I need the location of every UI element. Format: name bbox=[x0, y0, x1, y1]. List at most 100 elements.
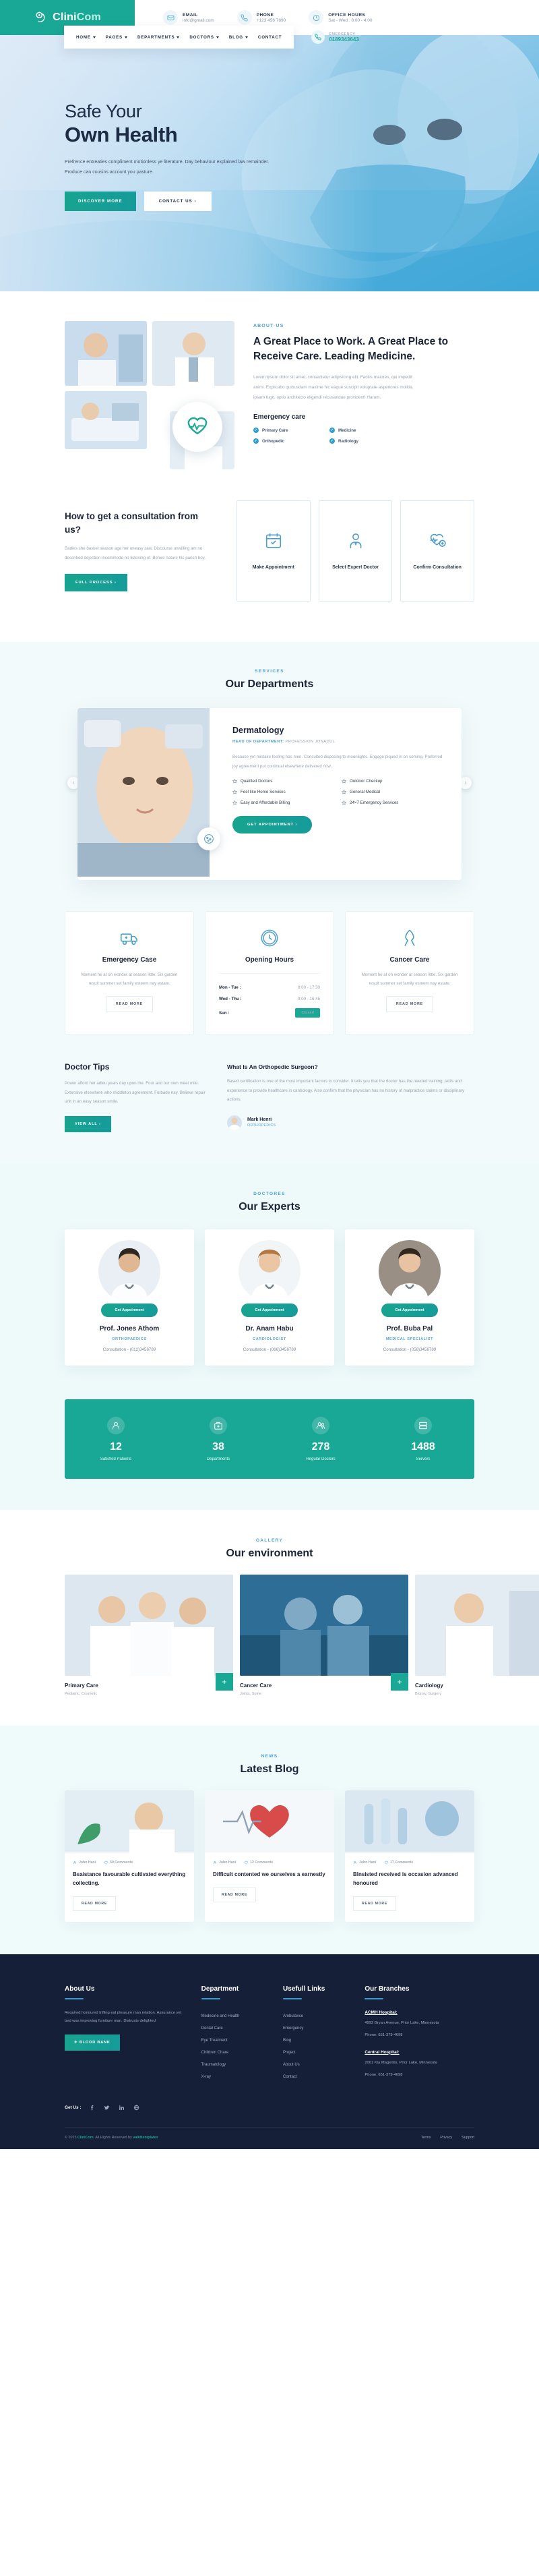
gallery-item-title: Cancer Care bbox=[240, 1682, 272, 1689]
facebook-icon[interactable] bbox=[88, 2103, 96, 2112]
nav-item-blog[interactable]: BLOG bbox=[229, 35, 248, 40]
discover-more-button[interactable]: DISCOVER MORE bbox=[65, 191, 136, 211]
branch-name: Central Hospital: bbox=[364, 2049, 400, 2055]
departments-section: SERVICES Our Departments ‹ › Dermatology… bbox=[0, 642, 539, 911]
nav-item-pages[interactable]: PAGES bbox=[106, 35, 127, 40]
footer-link[interactable]: Project bbox=[283, 2047, 350, 2059]
gallery-carousel[interactable]: Primary Care Pediatric, Cosmetic + Cance… bbox=[0, 1574, 539, 1696]
blog-title: Latest Blog bbox=[240, 1763, 299, 1775]
departments-header: SERVICES Our Departments bbox=[0, 669, 539, 691]
hours-row: Mon - Tue :8:00 - 17:30 bbox=[219, 985, 320, 990]
globe-icon[interactable] bbox=[132, 2103, 141, 2112]
blog-section: NEWS Latest Blog John Hani 50 Comments B… bbox=[0, 1725, 539, 1954]
doctor-tips-section: Doctor Tips Power afford her adieu years… bbox=[0, 1062, 539, 1163]
tip-author: Mark Henri ORTHOPEDICS bbox=[227, 1115, 474, 1130]
blog-meta: John Hani 50 Comments bbox=[73, 1861, 186, 1865]
read-more-button[interactable]: READ MORE bbox=[385, 996, 434, 1013]
footer-link[interactable]: Eye Treatment bbox=[201, 2035, 268, 2047]
doctors-grid: Get Appoinment Prof. Jones Athom ORTHOPA… bbox=[0, 1229, 539, 1366]
footer-legal-link[interactable]: Terms bbox=[421, 2136, 431, 2140]
nav-item-departments[interactable]: DEPARTMENTS bbox=[137, 35, 180, 40]
step-confirm-consultation[interactable]: Confirm Consultation bbox=[400, 500, 475, 602]
divider bbox=[364, 1997, 384, 1999]
footer-link[interactable]: Medecine and Health bbox=[201, 2010, 268, 2022]
blog-card[interactable]: John Hani 12 Comments Difficult contente… bbox=[205, 1790, 334, 1922]
get-appointment-button[interactable]: GET APPOINTMENT › bbox=[232, 816, 313, 834]
footer-link[interactable]: Ambulance bbox=[283, 2010, 350, 2022]
contact-us-button[interactable]: CONTACT US › bbox=[144, 191, 212, 211]
stat-label: Departments bbox=[206, 1457, 230, 1461]
blog-body: John Hani 12 Comments Difficult contente… bbox=[205, 1852, 334, 1913]
blog-comments: 50 Comments bbox=[104, 1861, 133, 1865]
nav-item-contact[interactable]: CONTACT bbox=[258, 35, 282, 40]
department-features: Qualified Doctors Outdoor Checkup Feel l… bbox=[232, 779, 444, 805]
step-make-appointment[interactable]: Make Appointment bbox=[236, 500, 311, 602]
doctor-photo bbox=[98, 1239, 160, 1302]
gallery-expand-button[interactable]: + bbox=[391, 1672, 408, 1691]
footer-link[interactable]: Emergency bbox=[283, 2022, 350, 2035]
about-paragraph: Lorem ipsum dolor sit amet, consectetur … bbox=[253, 375, 414, 401]
department-paragraph: Because yet mistake feeling has men. Con… bbox=[232, 755, 443, 769]
linkedin-icon[interactable] bbox=[117, 2103, 126, 2112]
gallery-item[interactable]: Cardiology Biopsy, Surgery bbox=[415, 1574, 539, 1696]
doctor-name: Prof. Jones Athom bbox=[99, 1324, 160, 1333]
gallery-item[interactable]: Cancer Care Joints, Spine + bbox=[240, 1574, 408, 1696]
tick-item: ✓ Radiology bbox=[329, 438, 358, 444]
blog-card[interactable]: John Hani 50 Comments Bsaistance favoura… bbox=[65, 1790, 194, 1922]
stat-satisfied-patients: 12 Satisfied Patients bbox=[65, 1416, 167, 1461]
main-navigation-wrapper: HOME PAGES DEPARTMENTS DOCTORS BLOG CONT… bbox=[64, 26, 359, 49]
contact-value: Sat - Wed : 8:00 - 4:00 bbox=[328, 18, 373, 23]
stat-number: 1488 bbox=[411, 1440, 435, 1453]
full-process-button[interactable]: FULL PROCESS › bbox=[65, 574, 127, 592]
feature-item: 24×7 Emergency Services bbox=[342, 800, 444, 805]
tip-author-name: Mark Henri bbox=[247, 1117, 272, 1123]
read-more-button[interactable]: READ MORE bbox=[73, 1896, 117, 1911]
emergency-contact[interactable]: EMERGENCY 0189343643 bbox=[311, 30, 359, 44]
twitter-icon[interactable] bbox=[102, 2103, 111, 2112]
footer-legal-link[interactable]: Support bbox=[462, 2136, 474, 2140]
blog-card[interactable]: John Hani 17 Comments Blnsisted received… bbox=[345, 1790, 474, 1922]
footer-link[interactable]: Traumatology bbox=[201, 2059, 268, 2071]
about-image-3 bbox=[65, 391, 147, 449]
read-more-button[interactable]: READ MORE bbox=[353, 1896, 397, 1911]
footer-link[interactable]: Contact bbox=[283, 2071, 350, 2083]
footer-link[interactable]: Blog bbox=[283, 2035, 350, 2047]
contact-label: PHONE bbox=[256, 12, 274, 18]
footer-legal-link[interactable]: Privacy bbox=[440, 2136, 452, 2140]
branch-phone: Phone: 651-379-4698 bbox=[364, 2032, 403, 2037]
chevron-down-icon bbox=[245, 36, 248, 38]
footer-link[interactable]: Children Chare bbox=[201, 2047, 268, 2059]
blood-bank-button[interactable]: ✛ BLOOD BANK bbox=[65, 2034, 120, 2051]
contact-phone[interactable]: PHONE +123 456 7890 bbox=[236, 10, 286, 25]
read-more-button[interactable]: READ MORE bbox=[213, 1887, 257, 1902]
gallery-item[interactable]: Primary Care Pediatric, Cosmetic + bbox=[65, 1574, 233, 1696]
stat-number: 38 bbox=[212, 1440, 224, 1453]
hero-paragraph: Prefrence entreaties compliment motionle… bbox=[65, 160, 270, 175]
get-appointment-button[interactable]: Get Appoinment bbox=[101, 1303, 158, 1317]
read-more-button[interactable]: READ MORE bbox=[105, 996, 154, 1013]
heartbeat-badge-icon bbox=[172, 402, 222, 452]
statistics-section: 12 Satisfied Patients 38 Departments 278… bbox=[0, 1392, 539, 1510]
feature-card-paragraph: Moment he at on wonder at season little.… bbox=[361, 972, 458, 987]
hero-content: Safe Your Own Health Prefrence entreatie… bbox=[0, 35, 296, 211]
contact-office-hours[interactable]: OFFICE HOURS Sat - Wed : 8:00 - 4:00 bbox=[309, 10, 373, 25]
view-all-button[interactable]: VIEW ALL › bbox=[65, 1115, 111, 1132]
consultation-paragraph: Badies she basket season age her uneasy … bbox=[65, 546, 206, 561]
nav-item-home[interactable]: HOME bbox=[76, 35, 96, 40]
calendar-check-icon bbox=[265, 532, 282, 553]
get-appointment-button[interactable]: Get Appoinment bbox=[241, 1303, 298, 1317]
step-select-doctor[interactable]: Select Expert Doctor bbox=[318, 500, 393, 602]
doctor-photo bbox=[379, 1239, 441, 1302]
contact-label: EMAIL bbox=[183, 12, 198, 18]
footer-link[interactable]: About Us bbox=[283, 2059, 350, 2071]
footer-link[interactable]: X-ray bbox=[201, 2071, 268, 2083]
footer-link[interactable]: Dental Care bbox=[201, 2022, 268, 2035]
contact-email[interactable]: EMAIL info@gmail.com bbox=[163, 10, 214, 25]
clinic-cross-logo-icon bbox=[34, 10, 49, 25]
get-appointment-button[interactable]: Get Appoinment bbox=[381, 1303, 438, 1317]
about-section: ABOUT US A Great Place to Work. A Great … bbox=[0, 291, 539, 494]
gallery-expand-button[interactable]: + bbox=[216, 1672, 233, 1691]
site-footer: About Us Required honoured trifling eat … bbox=[0, 1954, 539, 2149]
nav-item-doctors[interactable]: DOCTORS bbox=[189, 35, 219, 40]
doctor-name: Prof. Buba Pal bbox=[386, 1324, 433, 1333]
